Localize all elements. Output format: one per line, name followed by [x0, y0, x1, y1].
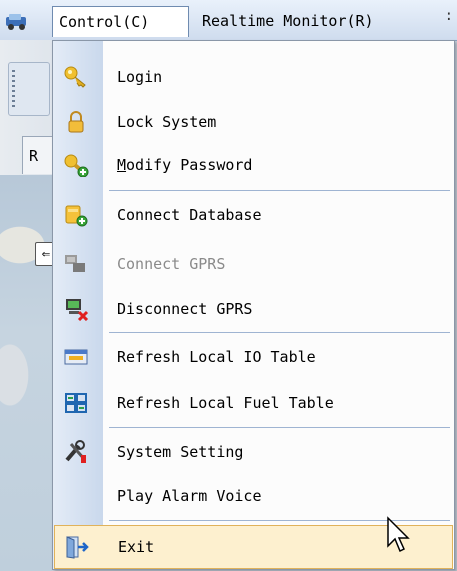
- menu-realtime-monitor-label: Realtime Monitor(R): [202, 12, 374, 30]
- menubar: Control(C) Realtime Monitor(R) :: [0, 0, 457, 41]
- exit-door-icon: [66, 536, 89, 559]
- menu-control[interactable]: Control(C): [52, 6, 189, 37]
- menu-item-label: Lock System: [117, 113, 217, 131]
- menu-separator: [109, 427, 450, 428]
- tools-icon: [65, 440, 87, 463]
- toolbar-grip[interactable]: [12, 70, 15, 108]
- menu-realtime-monitor[interactable]: Realtime Monitor(R): [196, 6, 380, 36]
- background-tab[interactable]: R: [22, 136, 56, 174]
- map-view[interactable]: [0, 175, 52, 571]
- network-connect-icon: [65, 255, 85, 272]
- menu-item-system-setting[interactable]: System Setting: [53, 430, 454, 474]
- menu-item-connect-database[interactable]: Connect Database: [53, 193, 454, 237]
- menu-item-label: Disconnect GPRS: [117, 300, 253, 318]
- menu-item-label: Connect Database: [117, 206, 262, 224]
- menu-item-refresh-io-table[interactable]: Refresh Local IO Table: [53, 335, 454, 379]
- vehicle-app-icon: [6, 14, 26, 30]
- menu-separator: [109, 190, 450, 191]
- network-disconnect-icon: [66, 299, 89, 321]
- database-add-icon: [65, 205, 88, 227]
- menu-item-connect-gprs[interactable]: Connect GPRS: [53, 242, 454, 286]
- menu-control-label: Control(C): [59, 13, 150, 31]
- key-add-icon: [64, 154, 89, 177]
- menu-item-label: System Setting: [117, 443, 244, 461]
- menu-item-modify-password[interactable]: Modify Password: [53, 143, 454, 187]
- refresh-io-table-icon: [64, 349, 88, 365]
- menu-item-label: Exit: [118, 538, 155, 556]
- refresh-fuel-table-icon: [65, 393, 87, 413]
- menu-item-label: Refresh Local Fuel Table: [117, 394, 334, 412]
- menu-item-login[interactable]: Login: [53, 55, 454, 99]
- mouse-cursor-icon: [387, 516, 410, 553]
- menu-item-refresh-fuel-table[interactable]: Refresh Local Fuel Table: [53, 381, 454, 425]
- menu-separator: [109, 332, 450, 333]
- menu-item-label: Play Alarm Voice: [117, 487, 262, 505]
- menu-item-disconnect-gprs[interactable]: Disconnect GPRS: [53, 287, 454, 331]
- menu-item-play-alarm-voice[interactable]: Play Alarm Voice: [53, 474, 454, 518]
- menu-item-lock-system[interactable]: Lock System: [53, 100, 454, 144]
- back-arrow-icon: ⇐: [41, 246, 51, 262]
- menu-item-label: Refresh Local IO Table: [117, 348, 316, 366]
- menubar-overflow: :: [444, 8, 453, 24]
- menu-item-label: Login: [117, 68, 163, 86]
- background-tab-label: R: [29, 147, 39, 165]
- key-icon: [64, 66, 86, 88]
- control-dropdown-menu: Login Lock System Modify Password Connec…: [52, 40, 455, 570]
- menu-item-label: Modify Password: [117, 156, 253, 174]
- menu-item-label: Connect GPRS: [117, 255, 226, 273]
- padlock-icon: [68, 111, 84, 133]
